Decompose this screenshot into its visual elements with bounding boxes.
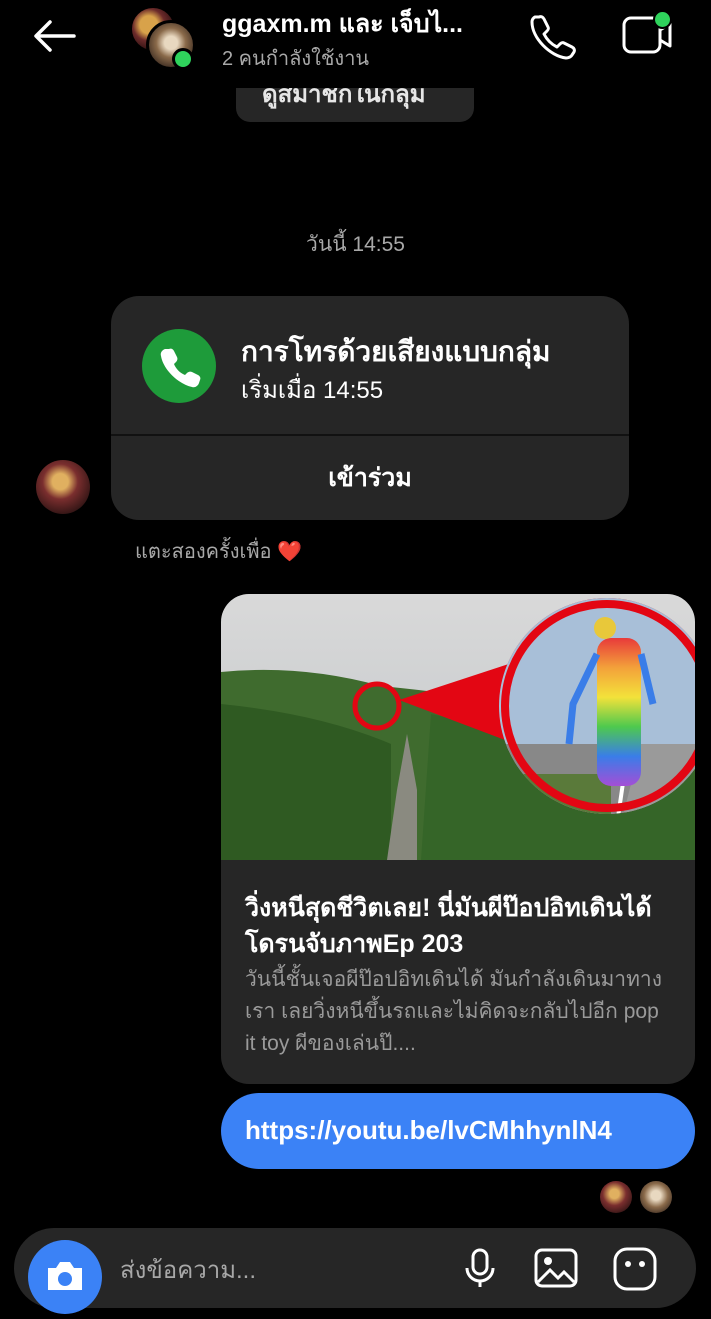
call-title: การโทรด้วยเสียงแบบกลุ่ม xyxy=(241,336,551,367)
message-composer xyxy=(14,1228,696,1314)
chat-title[interactable]: ggaxm.m และ เจ็บไ... xyxy=(222,4,463,44)
chat-header: ggaxm.m และ เจ็บไ... 2 คนกำลังใช้งาน xyxy=(0,0,711,80)
seen-avatar xyxy=(640,1181,672,1213)
chat-active-status: 2 คนกำลังใช้งาน xyxy=(222,48,370,70)
camera-icon xyxy=(48,1262,82,1290)
phone-icon[interactable] xyxy=(528,12,576,60)
group-call-card: การโทรด้วยเสียงแบบกลุ่ม เริ่มเมื่อ 14:55… xyxy=(111,296,629,520)
message-input[interactable] xyxy=(118,1250,442,1292)
microphone-icon[interactable] xyxy=(458,1246,502,1290)
link-preview-description: วันนี้ชั้นเจอผีป๊อปอิทเดินได้ มันกำลังเด… xyxy=(245,968,662,1055)
image-icon[interactable] xyxy=(532,1246,580,1290)
call-started-time: เริ่มเมื่อ 14:55 xyxy=(241,377,384,404)
video-online-indicator xyxy=(653,10,672,29)
url-message-bubble[interactable]: https://youtu.be/lvCMhhynlN4 xyxy=(221,1093,695,1169)
online-indicator xyxy=(172,48,194,70)
phone-icon xyxy=(142,329,216,403)
thread-timestamp: วันนี้ 14:55 xyxy=(306,233,405,256)
group-avatar[interactable] xyxy=(128,4,196,70)
join-call-button[interactable]: เข้าร่วม xyxy=(111,436,629,520)
camera-button[interactable] xyxy=(28,1240,102,1314)
sticker-icon[interactable] xyxy=(610,1244,660,1294)
arrow-left-icon[interactable] xyxy=(30,18,80,54)
url-message-text[interactable]: https://youtu.be/lvCMhhynlN4 xyxy=(245,1115,612,1146)
link-preview-title: วิ่งหนีสุดชีวิตเลย! นี่มันผีป๊อปอิทเดินไ… xyxy=(245,894,652,958)
seen-avatar xyxy=(600,1181,632,1213)
link-preview-thumbnail xyxy=(221,594,695,860)
video-call-button[interactable] xyxy=(620,10,674,60)
link-preview-card[interactable]: วิ่งหนีสุดชีวิตเลย! นี่มันผีป๊อปอิทเดินไ… xyxy=(221,594,695,1084)
double-tap-hint: แตะสองครั้งเพื่อ ❤️ xyxy=(135,541,302,563)
sender-avatar[interactable] xyxy=(36,460,90,514)
